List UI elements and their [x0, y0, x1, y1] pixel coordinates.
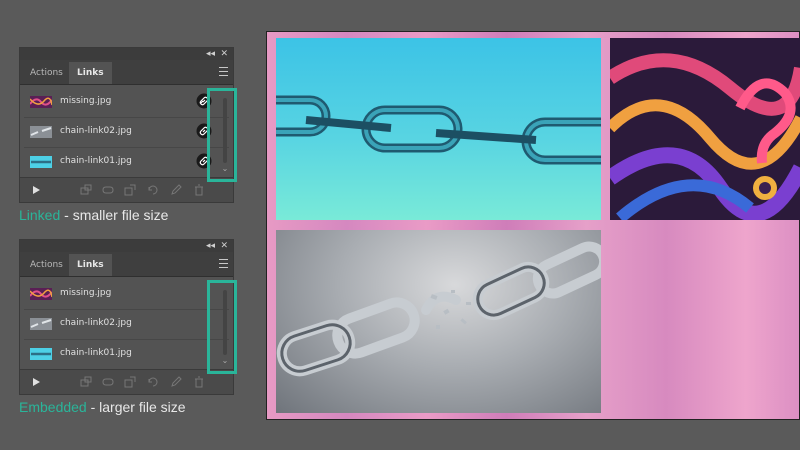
edit-original-icon[interactable] — [170, 184, 182, 196]
play-icon[interactable] — [30, 376, 42, 388]
blue-chain-thumb — [30, 348, 52, 360]
trash-icon[interactable] — [193, 184, 205, 196]
panel-toolbar — [20, 177, 233, 202]
tab-actions[interactable]: Actions — [22, 254, 71, 276]
relink-icon[interactable] — [102, 184, 114, 196]
list-item[interactable]: chain-link02.jpg — [24, 118, 229, 148]
play-icon[interactable] — [30, 184, 42, 196]
file-name: chain-link01.jpg — [60, 156, 132, 166]
caption-embedded: Embedded - larger file size — [19, 399, 186, 415]
update-link-icon[interactable] — [147, 184, 159, 196]
caption-accent: Linked — [19, 207, 61, 223]
panel-tabs: Actions Links — [20, 60, 233, 85]
broken-chain-thumb — [30, 126, 52, 138]
relink-cc-icon[interactable] — [80, 376, 92, 388]
file-name: missing.jpg — [60, 288, 112, 298]
relink-icon[interactable] — [102, 376, 114, 388]
edit-original-icon[interactable] — [170, 376, 182, 388]
links-panel-embedded: ◂◂ ✕ Actions Links missing.jpg chain-lin… — [19, 239, 237, 395]
caption-rest: - smaller file size — [60, 207, 169, 223]
list-item[interactable]: missing.jpg — [24, 88, 229, 118]
list-item[interactable]: missing.jpg — [24, 280, 229, 310]
caption-accent: Embedded — [19, 399, 87, 415]
update-link-icon[interactable] — [147, 376, 159, 388]
tab-actions[interactable]: Actions — [22, 62, 71, 84]
panel-toolbar — [20, 369, 233, 394]
file-name: chain-link02.jpg — [60, 126, 132, 136]
go-to-link-icon[interactable] — [124, 184, 136, 196]
collapse-panel-button[interactable]: ◂◂ — [206, 48, 215, 60]
blue-chain-thumb — [30, 156, 52, 168]
file-name: missing.jpg — [60, 96, 112, 106]
abstract-thumb — [30, 96, 52, 108]
caption-rest: - larger file size — [86, 399, 186, 415]
abstract-question-image — [610, 38, 800, 220]
close-panel-button[interactable]: ✕ — [220, 48, 228, 60]
file-name: chain-link02.jpg — [60, 318, 132, 328]
trash-icon[interactable] — [193, 376, 205, 388]
tab-links[interactable]: Links — [69, 62, 112, 84]
collapse-panel-button[interactable]: ◂◂ — [206, 240, 215, 252]
links-list: missing.jpg chain-link02.jpg chain-link0… — [24, 88, 229, 178]
list-item[interactable]: chain-link01.jpg — [24, 340, 229, 370]
link-icons-highlight — [207, 88, 237, 182]
placed-image-missing[interactable] — [610, 38, 800, 220]
panel-menu-icon[interactable] — [219, 259, 228, 268]
links-panel-linked: ◂◂ ✕ Actions Links missing.jpg chain-lin… — [19, 47, 237, 203]
relink-cc-icon[interactable] — [80, 184, 92, 196]
abstract-thumb — [30, 288, 52, 300]
placed-image-chain-link01[interactable] — [276, 38, 601, 220]
empty-link-column-highlight — [207, 280, 237, 374]
broken-chain-image — [276, 241, 601, 377]
caption-linked: Linked - smaller file size — [19, 207, 168, 223]
panel-tabs: Actions Links — [20, 252, 233, 277]
close-panel-button[interactable]: ✕ — [220, 240, 228, 252]
broken-chain-thumb — [30, 318, 52, 330]
links-list: missing.jpg chain-link02.jpg chain-link0… — [24, 280, 229, 370]
panel-title-bar: ◂◂ ✕ — [20, 48, 233, 60]
go-to-link-icon[interactable] — [124, 376, 136, 388]
list-item[interactable]: chain-link02.jpg — [24, 310, 229, 340]
artboard[interactable] — [266, 31, 800, 420]
file-name: chain-link01.jpg — [60, 348, 132, 358]
placed-image-chain-link02[interactable] — [276, 230, 601, 413]
tab-links[interactable]: Links — [69, 254, 112, 276]
panel-title-bar: ◂◂ ✕ — [20, 240, 233, 252]
list-item[interactable]: chain-link01.jpg — [24, 148, 229, 178]
panel-menu-icon[interactable] — [219, 67, 228, 76]
blue-chain-image — [276, 95, 601, 165]
